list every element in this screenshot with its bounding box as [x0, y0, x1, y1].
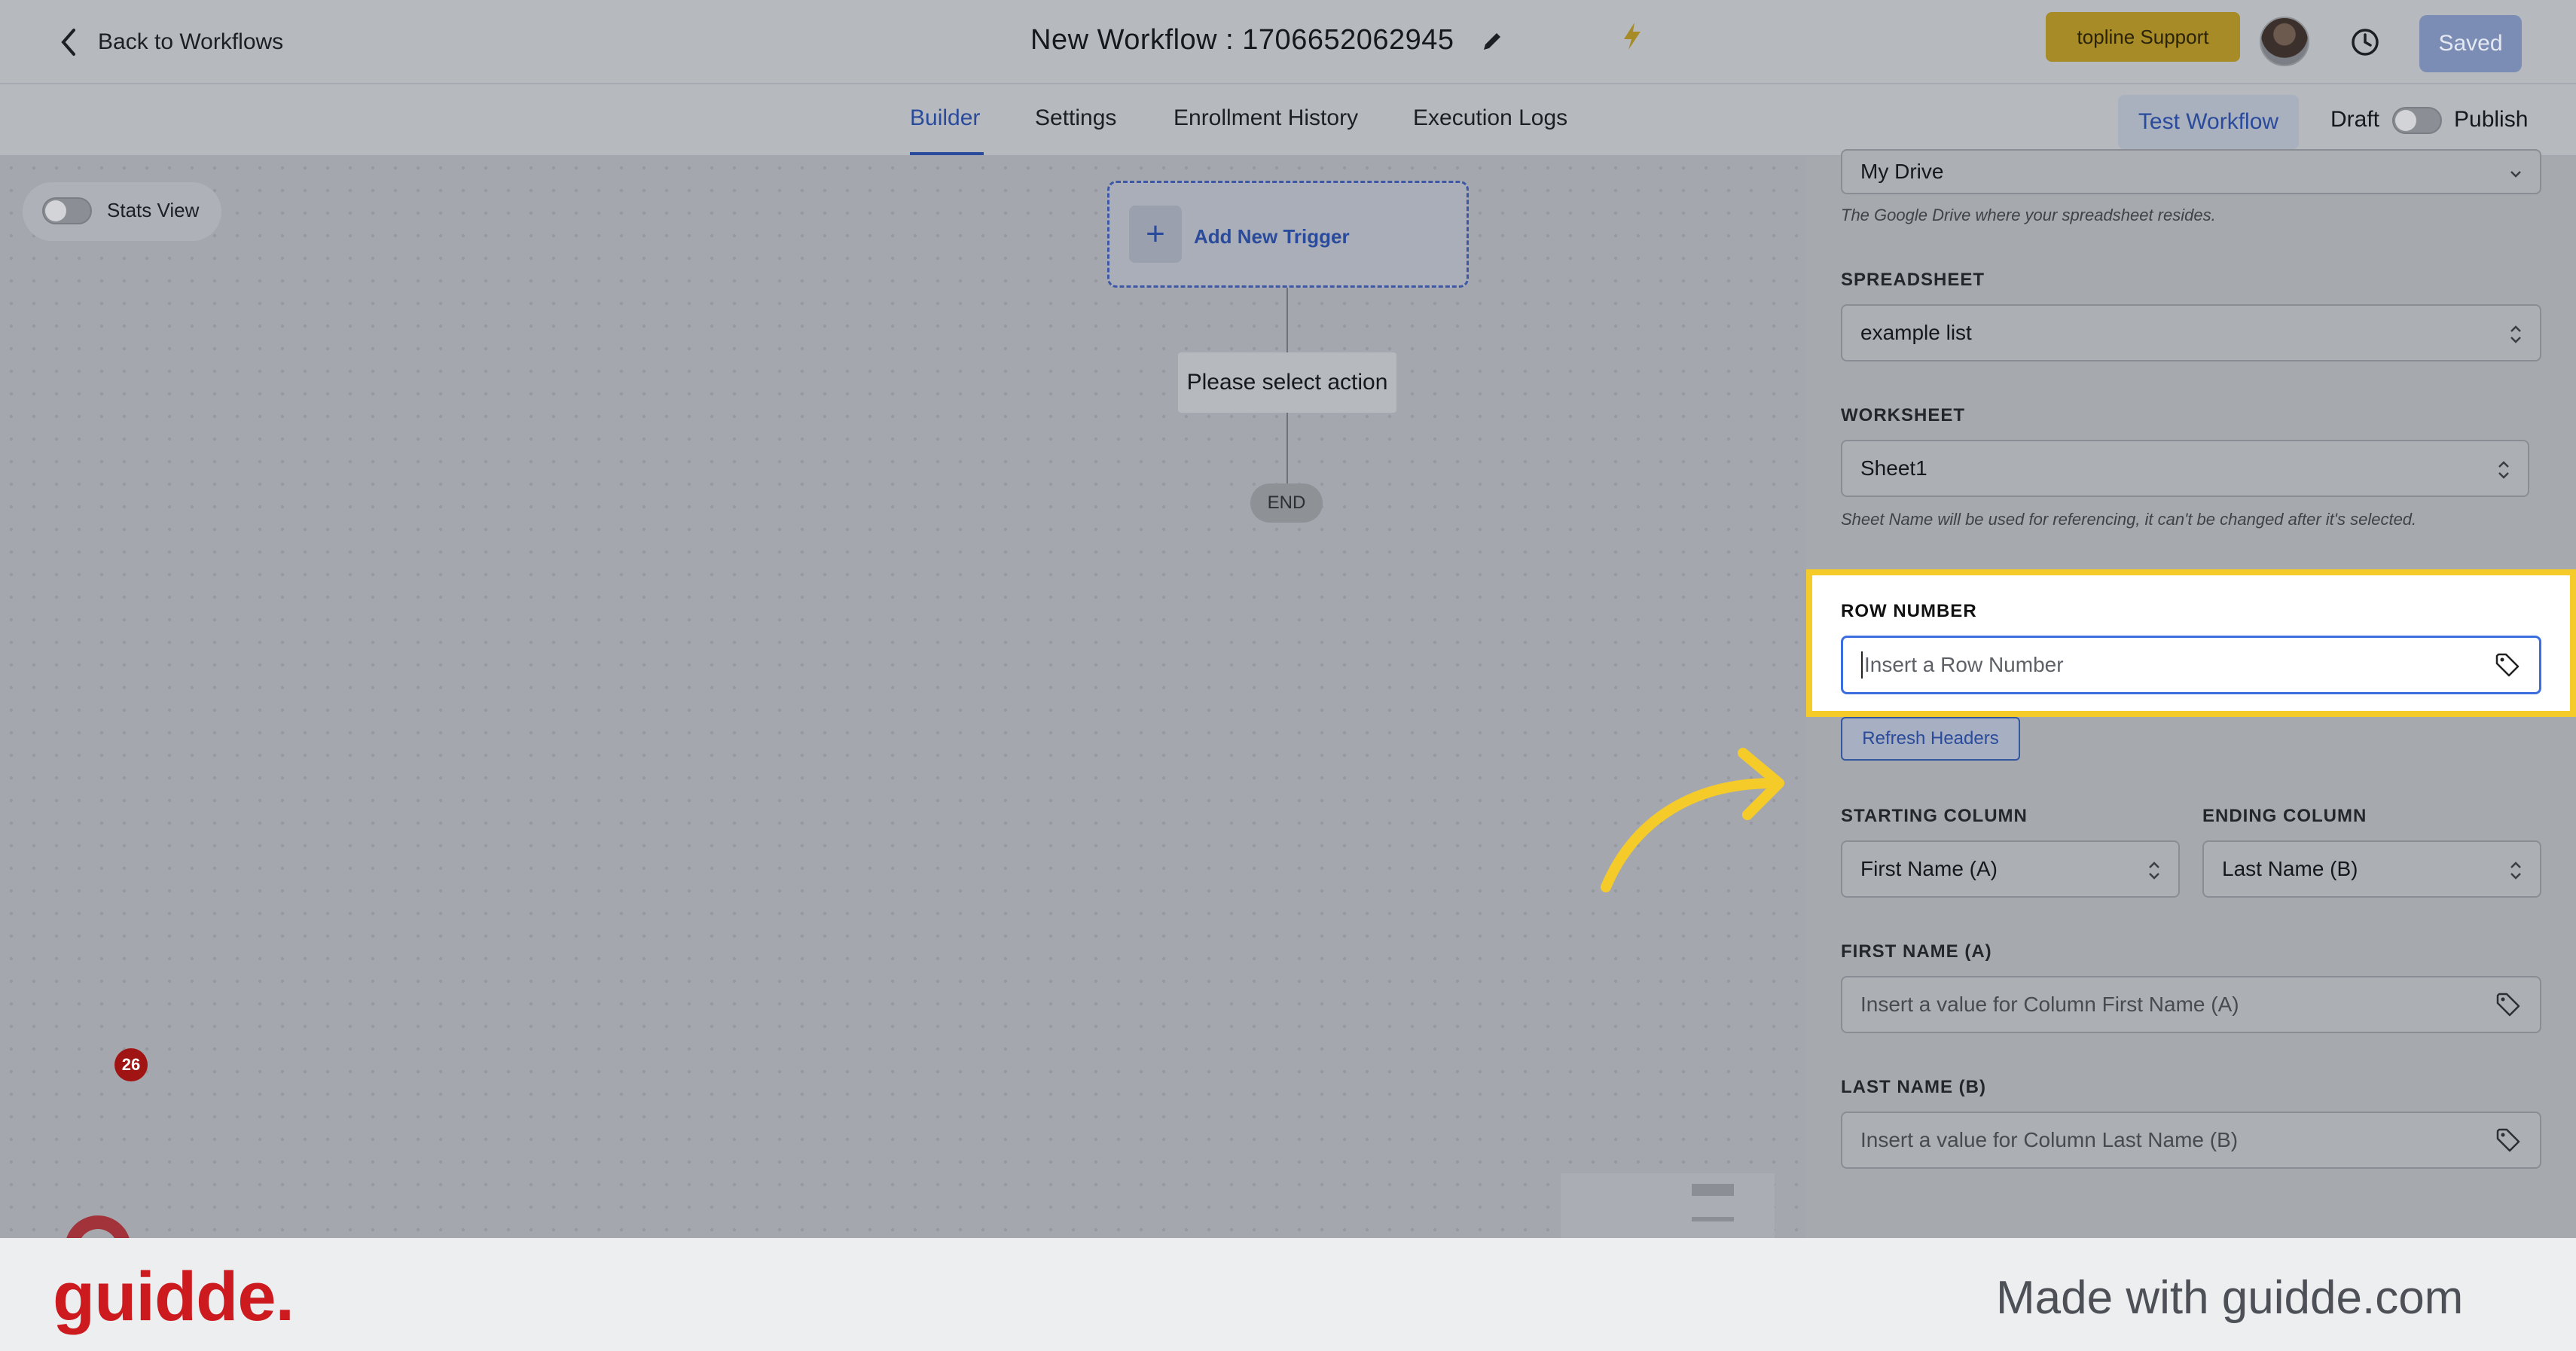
tab-bar: Builder Settings Enrollment History Exec…: [0, 84, 2576, 157]
drive-hint: The Google Drive where your spreadsheet …: [1841, 206, 2216, 224]
sort-arrows-icon: [2510, 325, 2521, 343]
starting-column-select[interactable]: First Name (A): [1841, 840, 2180, 898]
history-icon[interactable]: [2349, 26, 2382, 59]
select-action-box[interactable]: Please select action: [1178, 352, 1396, 413]
stats-view-toggle-container: Stats View: [23, 182, 221, 241]
publish-toggle[interactable]: [2392, 107, 2442, 134]
drive-select[interactable]: My Drive: [1841, 149, 2541, 194]
row-number-input[interactable]: Insert a Row Number: [1841, 636, 2541, 694]
last-name-input[interactable]: Insert a value for Column Last Name (B): [1841, 1112, 2541, 1169]
pointer-arrow-icon: [1601, 748, 1784, 892]
workflow-title: New Workflow : 1706652062945: [1030, 24, 1454, 56]
spreadsheet-label: SPREADSHEET: [1841, 270, 1985, 290]
last-name-label: LAST NAME (B): [1841, 1077, 1986, 1097]
tag-icon[interactable]: [2495, 991, 2522, 1018]
end-node: END: [1250, 483, 1323, 523]
support-button[interactable]: topline Support: [2046, 12, 2240, 62]
publish-label: Publish: [2454, 107, 2529, 132]
action-config-panel: My Drive The Google Drive where your spr…: [1806, 149, 2576, 1238]
minimap[interactable]: [1561, 1173, 1775, 1241]
first-name-placeholder: Insert a value for Column First Name (A): [1860, 993, 2239, 1016]
starting-column-label: STARTING COLUMN: [1841, 806, 2028, 826]
test-workflow-button[interactable]: Test Workflow: [2118, 95, 2299, 149]
pencil-icon[interactable]: [1479, 29, 1505, 54]
back-to-workflows-link[interactable]: Back to Workflows: [57, 26, 283, 59]
plus-icon: +: [1129, 206, 1182, 263]
worksheet-value: Sheet1: [1860, 456, 1927, 480]
ending-column-select[interactable]: Last Name (B): [2202, 840, 2541, 898]
made-with-text: Made with guidde.com: [1996, 1272, 2464, 1324]
minimap-block: [1692, 1184, 1734, 1196]
last-name-placeholder: Insert a value for Column Last Name (B): [1860, 1128, 2239, 1151]
stats-view-label: Stats View: [107, 199, 200, 221]
tag-icon[interactable]: [2494, 651, 2521, 679]
guidde-logo: guidde.: [53, 1258, 295, 1335]
tab-builder[interactable]: Builder: [910, 105, 980, 131]
row-number-label: ROW NUMBER: [1841, 601, 1977, 621]
stats-view-toggle[interactable]: [42, 197, 92, 224]
refresh-headers-button[interactable]: Refresh Headers: [1841, 717, 2020, 761]
tab-settings[interactable]: Settings: [1035, 105, 1116, 131]
back-label: Back to Workflows: [98, 29, 284, 54]
add-trigger-box[interactable]: + Add New Trigger: [1107, 181, 1469, 288]
tag-icon[interactable]: [2495, 1127, 2522, 1154]
sort-arrows-icon: [2510, 862, 2521, 880]
ending-column-value: Last Name (B): [2222, 857, 2358, 880]
sort-arrows-icon: [2149, 862, 2159, 880]
starting-column-value: First Name (A): [1860, 857, 1998, 880]
draft-label: Draft: [2330, 107, 2380, 132]
avatar[interactable]: [2260, 17, 2309, 66]
first-name-input[interactable]: Insert a value for Column First Name (A): [1841, 976, 2541, 1033]
spreadsheet-select[interactable]: example list: [1841, 304, 2541, 361]
tab-enrollment-history[interactable]: Enrollment History: [1174, 105, 1358, 131]
worksheet-hint: Sheet Name will be used for referencing,…: [1841, 510, 2417, 529]
active-tab-indicator: [910, 152, 984, 155]
tab-execution-logs[interactable]: Execution Logs: [1413, 105, 1567, 131]
connector-line: [1286, 288, 1288, 352]
text-caret: [1861, 651, 1863, 679]
row-number-placeholder: Insert a Row Number: [1864, 653, 2064, 676]
chevron-down-icon: [2510, 171, 2521, 178]
minimap-line: [1692, 1217, 1734, 1221]
lightning-icon[interactable]: [1621, 21, 1644, 51]
notification-badge: 26: [114, 1048, 148, 1081]
spreadsheet-value: example list: [1860, 321, 1972, 344]
first-name-label: FIRST NAME (A): [1841, 941, 1992, 962]
guidde-footer: guidde. Made with guidde.com: [0, 1238, 2576, 1351]
chevron-left-icon: [61, 29, 75, 56]
saved-button[interactable]: Saved: [2419, 15, 2522, 72]
connector-line: [1286, 413, 1288, 483]
add-trigger-label: Add New Trigger: [1194, 225, 1350, 248]
workflow-canvas[interactable]: Stats View + Add New Trigger Please sele…: [0, 157, 1806, 1249]
top-header: Back to Workflows New Workflow : 1706652…: [0, 0, 2576, 84]
worksheet-label: WORKSHEET: [1841, 405, 1965, 425]
ending-column-label: ENDING COLUMN: [2202, 806, 2367, 826]
drive-value: My Drive: [1860, 160, 1944, 183]
worksheet-select[interactable]: Sheet1: [1841, 440, 2529, 497]
sort-arrows-icon: [2498, 461, 2509, 479]
